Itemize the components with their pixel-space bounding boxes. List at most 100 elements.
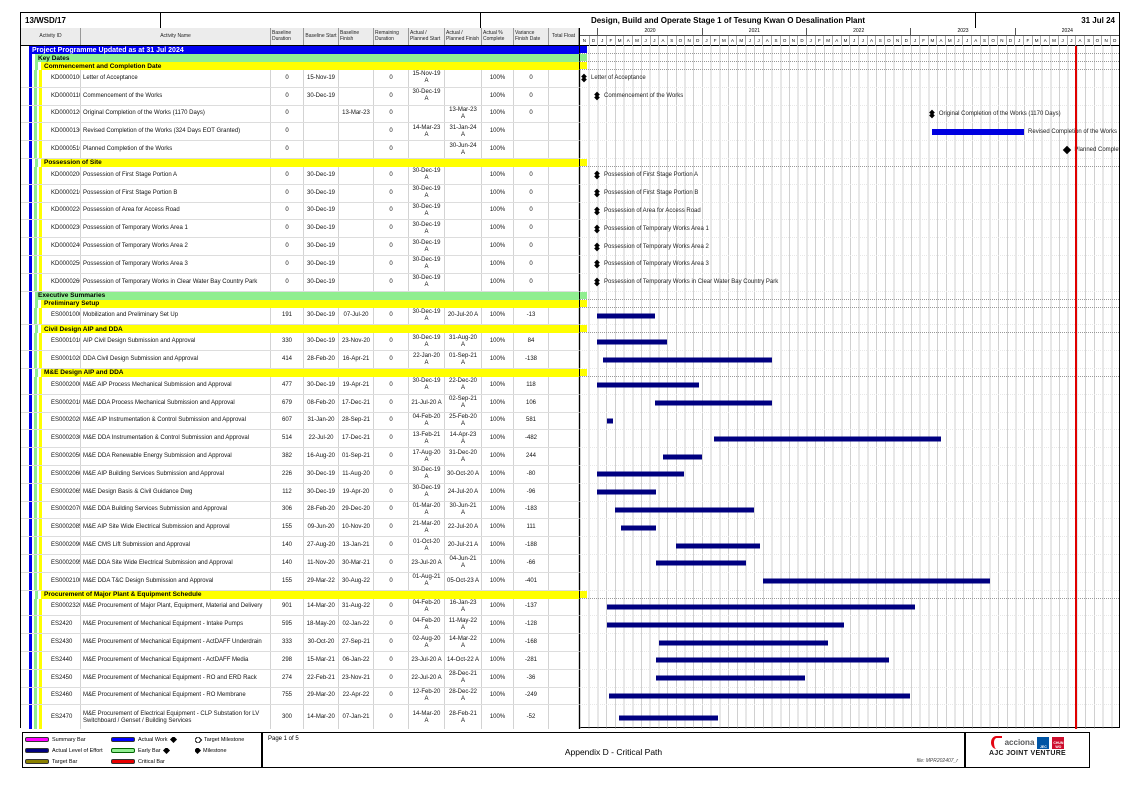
cell-vr: -249 xyxy=(514,688,549,705)
milestone-icon xyxy=(595,191,599,196)
group-band-label: Key Dates xyxy=(35,54,579,62)
cell-as: 04-Feb-20 A xyxy=(409,413,445,430)
cell-af xyxy=(445,238,482,255)
cell-bd: 595 xyxy=(271,616,304,633)
group-indent-strip xyxy=(29,430,32,447)
target-bar-swatch xyxy=(25,759,49,764)
month-label: O xyxy=(780,36,789,46)
cell-pct: 100% xyxy=(482,167,514,184)
cell-bf: 10-Nov-20 xyxy=(339,519,374,536)
column-header-as: Actual / Planned Start xyxy=(409,28,445,45)
cell-bs xyxy=(304,123,339,140)
cell-bf: 27-Sep-21 xyxy=(339,634,374,651)
cell-name: M&E AIP Instrumentation & Control Submis… xyxy=(81,413,271,430)
month-label: A xyxy=(936,36,945,46)
month-label: J xyxy=(1067,36,1076,46)
cell-pct: 100% xyxy=(482,670,514,687)
chunwo-logo: CHUN WO xyxy=(1052,737,1064,749)
group-indent-strip xyxy=(39,167,42,184)
cell-bd: 477 xyxy=(271,377,304,394)
gantt-bar xyxy=(932,129,1024,135)
cell-bd: 0 xyxy=(271,256,304,273)
group-indent-strip xyxy=(29,519,32,536)
milestone-label: Possession of Area for Access Road xyxy=(604,208,701,214)
group-indent-strip xyxy=(29,448,32,465)
cell-pct: 100% xyxy=(482,555,514,572)
group-indent-strip xyxy=(34,519,37,536)
cell-as: 30-Dec-19 A xyxy=(409,167,445,184)
group-stub-bar xyxy=(580,369,587,376)
cell-bf: 23-Nov-21 xyxy=(339,670,374,687)
cell-bd: 306 xyxy=(271,502,304,519)
cell-bs: 22-Feb-21 xyxy=(304,670,339,687)
cell-bf xyxy=(339,88,374,105)
cell-rd: 0 xyxy=(374,70,409,87)
gantt-bar xyxy=(656,658,889,663)
cell-bf xyxy=(339,256,374,273)
cell-rd: 0 xyxy=(374,308,409,325)
cell-pct: 100% xyxy=(482,203,514,220)
timeline-years: 20202021202220232024 xyxy=(580,28,1119,36)
group-indent-strip xyxy=(39,705,42,729)
cell-af: 30-Oct-20 A xyxy=(445,466,482,483)
cell-pct: 100% xyxy=(482,688,514,705)
table-row: ES0001020DDA Civil Design Submission and… xyxy=(21,351,1119,369)
table-row: KD0000510 Planned Completion of the Works… xyxy=(21,141,1119,159)
cell-id: ES2420 xyxy=(49,616,81,633)
gantt-row xyxy=(579,573,1119,591)
cell-bd: 155 xyxy=(271,519,304,536)
milestone-label: Planned Completion of the Works xyxy=(1074,147,1119,153)
cell-bs: 30-Dec-19 xyxy=(304,308,339,325)
cell-name: Mobilization and Preliminary Set Up xyxy=(81,308,271,325)
cell-bd: 140 xyxy=(271,537,304,554)
group-indent-strip xyxy=(39,519,42,536)
group-band-row: Preliminary Setup xyxy=(21,300,1119,308)
cell-bf: 07-Jan-21 xyxy=(339,705,374,729)
gantt-bar xyxy=(656,561,746,566)
milestone-label: Letter of Acceptance xyxy=(591,75,646,81)
milestone-icon xyxy=(595,208,599,213)
month-label: S xyxy=(667,36,676,46)
month-label: N xyxy=(580,36,589,46)
cell-bs: 27-Aug-20 xyxy=(304,537,339,554)
cell-id: KD0000260 xyxy=(49,274,81,291)
cell-bf xyxy=(339,220,374,237)
cell-id: KD0000110 xyxy=(49,88,81,105)
cell-id: ES0002010 xyxy=(49,395,81,412)
venture-name: AJC JOINT VENTURE xyxy=(966,750,1089,757)
cell-af: 22-Dec-20 A xyxy=(445,377,482,394)
cell-rd: 0 xyxy=(374,88,409,105)
early-bar-swatch xyxy=(111,748,135,753)
month-label: S xyxy=(1084,36,1093,46)
group-indent-strip xyxy=(39,688,42,705)
cell-as: 01-Aug-21 A xyxy=(409,573,445,590)
table-row: ES2440M&E Procurement of Mechanical Equi… xyxy=(21,652,1119,670)
cell-fl xyxy=(549,430,579,447)
column-header-vr: Variance Finish Date xyxy=(514,28,549,45)
gantt-row xyxy=(579,159,1119,167)
cell-name: Possession of Temporary Works in Clear W… xyxy=(81,274,271,291)
cell-fl xyxy=(549,220,579,237)
table-row: ES2420M&E Procurement of Mechanical Equi… xyxy=(21,616,1119,634)
group-indent-strip xyxy=(39,203,42,220)
report-header: 13/WSD/17 Design, Build and Operate Stag… xyxy=(21,13,1119,29)
group-indent-strip xyxy=(29,123,32,140)
cell-rd: 0 xyxy=(374,185,409,202)
month-label: S xyxy=(980,36,989,46)
cell-bf: 16-Apr-21 xyxy=(339,351,374,368)
gantt-row xyxy=(579,537,1119,555)
month-label: J xyxy=(858,36,867,46)
table-row: ES0002010M&E DDA Process Mechanical Subm… xyxy=(21,395,1119,413)
cell-id: KD0000510 xyxy=(49,141,81,158)
cell-bf: 06-Jan-22 xyxy=(339,652,374,669)
gantt-row: Possession of First Stage Portion B xyxy=(579,185,1119,203)
cell-bd: 155 xyxy=(271,573,304,590)
cell-as: 12-Feb-20 A xyxy=(409,688,445,705)
cell-id: ES0002000 xyxy=(49,377,81,394)
milestone-icon xyxy=(930,111,934,116)
milestone-icon xyxy=(595,262,599,267)
cell-bf xyxy=(339,141,374,158)
cell-bd: 414 xyxy=(271,351,304,368)
cell-bf: 17-Dec-21 xyxy=(339,430,374,447)
cell-rd: 0 xyxy=(374,484,409,501)
